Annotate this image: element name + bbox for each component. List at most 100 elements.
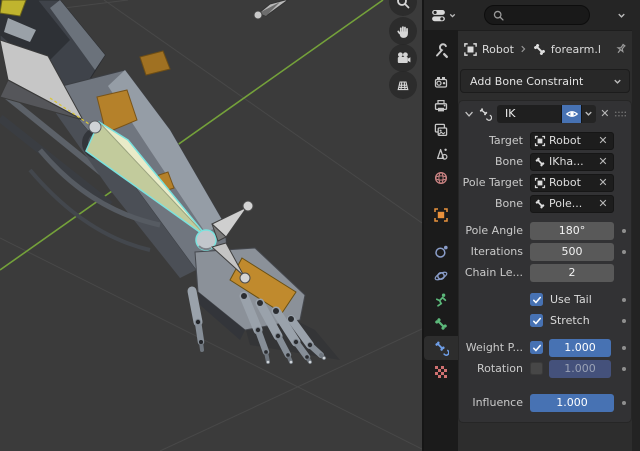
chevron-right-icon	[521, 45, 526, 53]
use-tail-checkbox[interactable]	[530, 293, 543, 306]
pole-bone-row: Bone Pole... ✕	[459, 193, 631, 214]
tool-icon	[436, 43, 449, 59]
stretch-checkbox[interactable]	[530, 314, 543, 327]
iterations-input[interactable]: 500	[530, 242, 614, 261]
rotation-slider[interactable]: 1.000	[549, 359, 611, 378]
check-icon	[532, 344, 541, 352]
viewport-3d[interactable]	[0, 0, 422, 451]
breadcrumb: Robot forearm.l	[458, 39, 632, 59]
editor-type-button[interactable]	[430, 4, 464, 26]
clear-target-button[interactable]: ✕	[596, 134, 610, 147]
tab-render[interactable]	[424, 70, 458, 94]
tab-constraints[interactable]	[424, 264, 458, 288]
iterations-label: Iterations	[470, 245, 523, 258]
bone-icon	[533, 43, 545, 55]
pole-bone-label: Bone	[494, 197, 523, 210]
rotation-checkbox[interactable]	[530, 362, 543, 375]
viewport-camera-button[interactable]	[389, 44, 417, 72]
object-constraints-icon	[434, 271, 448, 281]
pole-bone-field[interactable]: Pole... ✕	[530, 194, 614, 213]
properties-content: Robot forearm.l Add Bone Constraint IK ✕…	[458, 30, 632, 451]
physics-icon	[435, 245, 448, 258]
weight-position-checkbox[interactable]	[530, 341, 543, 354]
tab-texture[interactable]	[424, 360, 458, 384]
viewport-grid-button[interactable]	[389, 71, 417, 99]
world-globe-icon	[434, 171, 448, 185]
viewport-pan-button[interactable]	[389, 17, 417, 45]
properties-tabs	[424, 30, 458, 451]
clear-target-bone-button[interactable]: ✕	[596, 155, 610, 168]
tab-object-data[interactable]	[424, 288, 458, 312]
bone-icon	[435, 318, 447, 330]
constraint-name-field[interactable]: IK	[496, 104, 562, 123]
hand-icon	[396, 25, 408, 38]
influence-slider[interactable]: 1.000	[530, 393, 614, 412]
tab-object[interactable]	[424, 203, 458, 227]
eye-icon	[565, 110, 578, 117]
grid-icon	[397, 81, 409, 91]
add-bone-constraint-button[interactable]: Add Bone Constraint	[460, 69, 630, 93]
bone-constraint-icon	[435, 341, 449, 356]
clear-pole-bone-button[interactable]: ✕	[596, 197, 610, 210]
search-icon	[493, 10, 504, 21]
pole-angle-input[interactable]: 180°	[530, 221, 614, 240]
tab-scene[interactable]	[424, 142, 458, 166]
chain-length-input[interactable]: 2	[530, 263, 614, 282]
animate-dot[interactable]	[622, 400, 626, 405]
collapse-chevron-icon[interactable]	[463, 107, 475, 121]
magnifier-icon	[397, 0, 410, 9]
animate-dot[interactable]	[622, 318, 626, 323]
stretch-row: Stretch	[459, 310, 631, 331]
animate-dot[interactable]	[622, 249, 626, 254]
pin-icon[interactable]	[614, 42, 628, 56]
armature-object-icon	[534, 135, 546, 146]
constraint-visibility-toggle[interactable]	[561, 104, 582, 123]
target-field[interactable]: Robot ✕	[530, 131, 614, 150]
bone-icon	[535, 199, 545, 208]
animate-dot[interactable]	[622, 228, 626, 233]
breadcrumb-object[interactable]: Robot	[482, 43, 514, 56]
constraint-delete-button[interactable]: ✕	[599, 107, 611, 120]
blender-window: Robot forearm.l Add Bone Constraint IK ✕…	[0, 0, 640, 451]
search-input[interactable]	[484, 5, 590, 25]
weight-position-row: Weight P... 1.000	[459, 337, 631, 358]
render-camera-icon	[434, 77, 448, 88]
scrollbar[interactable]	[632, 30, 640, 451]
photos-icon	[434, 123, 448, 137]
check-icon	[532, 317, 541, 325]
animate-dot[interactable]	[622, 366, 626, 371]
scene-icon	[436, 148, 448, 160]
filter-dropdown-button[interactable]	[610, 5, 632, 25]
printer-icon	[434, 99, 448, 112]
tab-world[interactable]	[424, 166, 458, 190]
use-tail-label: Use Tail	[550, 293, 592, 306]
bone-icon	[535, 157, 545, 166]
use-tail-row: Use Tail	[459, 289, 631, 310]
constraint-type-icon	[479, 107, 492, 121]
pole-target-field[interactable]: Robot ✕	[530, 173, 614, 192]
drag-handle-icon[interactable]	[614, 109, 626, 119]
constraint-name-group: IK	[496, 104, 596, 123]
armature-data-icon	[435, 293, 447, 307]
clear-pole-target-button[interactable]: ✕	[596, 176, 610, 189]
weight-position-slider[interactable]: 1.000	[549, 338, 611, 357]
tab-tool[interactable]	[424, 39, 458, 63]
check-icon	[532, 296, 541, 304]
tab-bone[interactable]	[424, 312, 458, 336]
armature-object-icon	[464, 42, 477, 56]
constraint-extras-dropdown[interactable]	[581, 104, 596, 123]
target-bone-value: IKha...	[549, 155, 584, 168]
tab-physics[interactable]	[424, 240, 458, 264]
breadcrumb-bone[interactable]: forearm.l	[551, 43, 601, 56]
tab-view-layer[interactable]	[424, 118, 458, 142]
target-bone-field[interactable]: IKha... ✕	[530, 152, 614, 171]
tab-bone-constraint[interactable]	[424, 336, 458, 360]
animate-dot[interactable]	[622, 297, 626, 302]
pole-target-value: Robot	[549, 176, 581, 189]
rotation-label: Rotation	[476, 362, 523, 375]
chevron-down-icon	[617, 13, 625, 18]
influence-row: Influence 1.000	[459, 392, 631, 413]
animate-dot[interactable]	[622, 345, 626, 350]
target-label: Target	[488, 134, 523, 147]
tab-output[interactable]	[424, 94, 458, 118]
